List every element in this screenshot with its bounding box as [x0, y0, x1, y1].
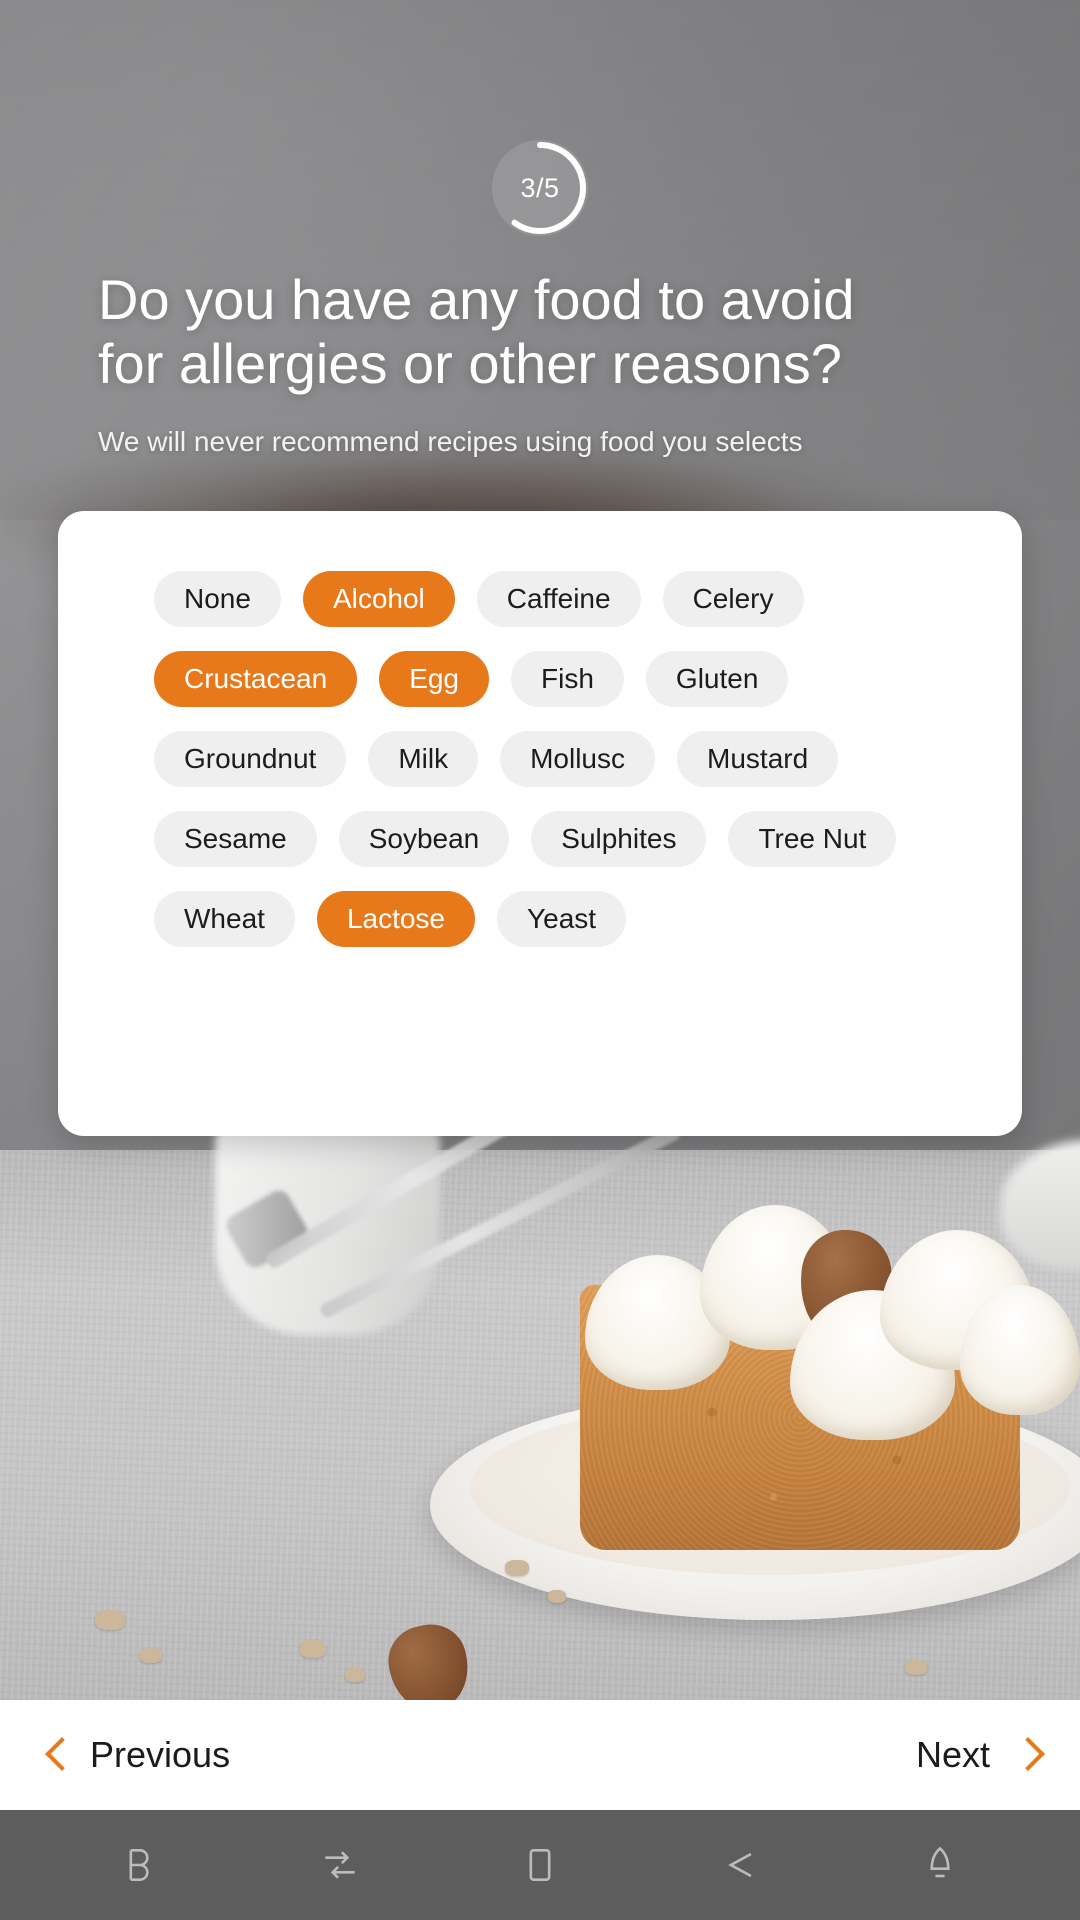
allergy-chip-row: None Alcohol Caffeine Celery — [154, 571, 978, 627]
allergy-chip-tree-nut[interactable]: Tree Nut — [728, 811, 897, 867]
page-title: Do you have any food to avoid for allerg… — [98, 268, 855, 395]
allergy-options-card: None Alcohol Caffeine Celery Crustacean Egg Fi… — [58, 511, 1022, 1136]
next-button-label: Next — [915, 1734, 990, 1775]
previous-button-label: Previous — [90, 1734, 231, 1775]
allergy-chip-fish[interactable]: Fish — [511, 651, 624, 707]
photo-crumb — [345, 1668, 365, 1682]
allergy-chip-groundnut[interactable]: Groundnut — [154, 731, 347, 787]
allergy-chip-sesame[interactable]: Sesame — [154, 811, 317, 867]
photo-crumb — [905, 1660, 927, 1675]
progress-ring: 3/5 — [492, 140, 588, 236]
photo-crumb — [548, 1590, 566, 1603]
recents-swap-icon[interactable] — [318, 1843, 362, 1887]
bixby-icon[interactable] — [118, 1843, 162, 1887]
allergy-chip-egg[interactable]: Egg — [379, 651, 490, 707]
photo-crumb — [140, 1648, 162, 1663]
back-arrow-icon[interactable] — [718, 1843, 762, 1887]
allergy-chip-yeast[interactable]: Yeast — [497, 891, 627, 947]
allergy-chip-row: Sesame Soybean Sulphites Tree Nut — [154, 811, 978, 867]
allergy-chip-row: Wheat Lactose Yeast — [154, 891, 978, 947]
allergy-chip-none[interactable]: None — [154, 571, 281, 627]
allergy-chip-gluten[interactable]: Gluten — [645, 651, 789, 707]
chevron-right-icon — [1012, 1736, 1034, 1774]
allergy-chip-lactose[interactable]: Lactose — [316, 891, 476, 947]
allergy-chip-group: None Alcohol Caffeine Celery Crustacean Egg Fi… — [154, 571, 978, 947]
progress-label: 3/5 — [520, 172, 560, 203]
next-button[interactable]: Next — [916, 1734, 1034, 1776]
allergy-chip-wheat[interactable]: Wheat — [154, 891, 295, 947]
photo-crumb — [300, 1640, 326, 1658]
allergy-chip-caffeine[interactable]: Caffeine — [476, 571, 641, 627]
screenshot-icon[interactable] — [518, 1843, 562, 1887]
allergy-chip-sulphites[interactable]: Sulphites — [531, 811, 707, 867]
onboarding-screen: 3/5 Do you have any food to avoid for al… — [0, 0, 1080, 1920]
allergy-chip-alcohol[interactable]: Alcohol — [302, 571, 455, 627]
allergy-chip-soybean[interactable]: Soybean — [338, 811, 510, 867]
photo-crumb — [95, 1610, 125, 1630]
notification-bell-icon[interactable] — [918, 1843, 962, 1887]
allergy-chip-milk[interactable]: Milk — [368, 731, 479, 787]
allergy-chip-mollusc[interactable]: Mollusc — [500, 731, 656, 787]
page-subtitle: We will never recommend recipes using fo… — [98, 426, 803, 457]
allergy-chip-celery[interactable]: Celery — [662, 571, 804, 627]
system-navigation-bar — [0, 1810, 1080, 1920]
allergy-chip-mustard[interactable]: Mustard — [677, 731, 839, 787]
previous-button[interactable]: Previous — [46, 1734, 230, 1776]
allergy-chip-crustacean[interactable]: Crustacean — [154, 651, 358, 707]
progress-indicator: 3/5 — [0, 140, 1080, 236]
photo-crumb — [505, 1560, 529, 1576]
allergy-chip-row: Crustacean Egg Fish Gluten — [154, 651, 978, 707]
wizard-navigation-bar: Previous Next — [0, 1700, 1080, 1810]
chevron-left-icon — [46, 1736, 68, 1774]
allergy-chip-row: Groundnut Milk Mollusc Mustard — [154, 731, 978, 787]
